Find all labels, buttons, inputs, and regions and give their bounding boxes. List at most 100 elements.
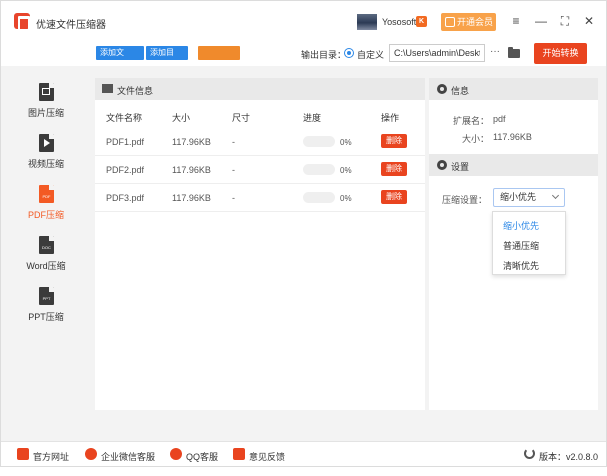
file-name: PDF2.pdf — [106, 165, 145, 175]
browse-more-button[interactable]: ··· — [488, 46, 502, 60]
title-bar: 优速文件压缩器 Yososoft K 开通会员 ≡ — ⛶ ✕ — [1, 1, 606, 43]
doc-file-icon: DOC — [39, 236, 54, 254]
table-row[interactable]: PDF3.pdf 117.96KB - 0% 删除 — [95, 184, 425, 212]
option-clear-first[interactable]: 清晰优先 — [503, 259, 539, 272]
user-badge: K — [416, 16, 427, 27]
column-header-progress: 进度 — [303, 113, 322, 123]
progress-bar — [303, 136, 335, 147]
pdf-file-icon: PDF — [39, 185, 54, 203]
sidebar-item-pdf[interactable]: PDF PDF压缩 — [1, 185, 91, 235]
folder-icon[interactable] — [508, 47, 520, 58]
sidebar-item-word[interactable]: DOC Word压缩 — [1, 236, 91, 286]
sidebar-item-label: 图片压缩 — [27, 108, 64, 118]
settings-title: 设置 — [451, 162, 470, 172]
compress-setting-value: 缩小优先 — [500, 192, 537, 202]
image-file-icon — [39, 83, 54, 101]
video-file-icon — [39, 134, 54, 152]
compress-setting-label: 压缩设置： — [441, 195, 487, 205]
progress-text: 0% — [340, 138, 352, 147]
sidebar-item-image[interactable]: 图片压缩 — [1, 83, 91, 133]
add-folder-button[interactable]: 添加目 — [146, 46, 188, 60]
column-header-size: 大小 — [172, 113, 191, 123]
maximize-icon[interactable]: ⛶ — [557, 13, 573, 29]
feedback-icon — [233, 448, 245, 460]
settings-header: 设置 — [429, 154, 598, 176]
app-logo-icon — [14, 13, 30, 31]
vip-icon — [445, 17, 455, 27]
feedback-link[interactable]: 意见反馈 — [249, 450, 285, 463]
website-icon — [17, 448, 29, 460]
qq-service-link[interactable]: QQ客服 — [186, 450, 218, 463]
option-normal[interactable]: 普通压缩 — [503, 239, 539, 252]
qq-icon — [170, 448, 182, 460]
info-title: 信息 — [451, 86, 470, 96]
refresh-icon[interactable] — [524, 448, 535, 459]
compress-options-dropdown: 缩小优先 普通压缩 清晰优先 — [492, 211, 566, 275]
add-file-button[interactable]: 添加文 — [96, 46, 144, 60]
delete-button[interactable]: 删除 — [381, 134, 407, 148]
version-text: 版本：v2.0.8.0 — [539, 452, 599, 462]
progress-text: 0% — [340, 166, 352, 175]
custom-radio[interactable] — [344, 48, 354, 58]
wechat-service-link[interactable]: 企业微信客服 — [101, 450, 155, 463]
file-size: 117.96KB — [172, 193, 211, 203]
sidebar-item-video[interactable]: 视频压缩 — [1, 134, 91, 184]
file-dim: - — [232, 165, 235, 175]
username[interactable]: Yososoft — [382, 17, 416, 27]
toolbar: 添加文 添加目 输出目录： 自定义 ··· 开始转换 — [1, 43, 606, 66]
file-name: PDF1.pdf — [106, 137, 145, 147]
column-header-name: 文件名称 — [106, 113, 143, 123]
progress-text: 0% — [340, 194, 352, 203]
sidebar: 图片压缩 视频压缩 PDF PDF压缩 DOC Word压缩 PPT PPT压缩 — [1, 67, 91, 437]
app-window: 优速文件压缩器 Yososoft K 开通会员 ≡ — ⛶ ✕ 添加文 添加目 … — [0, 0, 607, 467]
status-bar: 官方网址 企业微信客服 QQ客服 意见反馈 版本：v2.0.8.0 — [1, 441, 606, 466]
vip-button-label: 开通会员 — [457, 17, 494, 27]
column-header-dim: 尺寸 — [232, 113, 251, 123]
file-panel-title: 文件信息 — [117, 86, 154, 96]
info-header: 信息 — [429, 78, 598, 100]
sidebar-item-label: PDF压缩 — [27, 210, 64, 220]
compress-setting-select[interactable]: 缩小优先 — [493, 188, 565, 207]
avatar[interactable] — [357, 14, 377, 30]
custom-radio-label[interactable]: 自定义 — [357, 48, 384, 61]
sidebar-item-label: 视频压缩 — [27, 159, 64, 169]
sidebar-item-label: PPT压缩 — [28, 312, 64, 322]
file-name: PDF3.pdf — [106, 193, 145, 203]
ppt-file-icon: PPT — [39, 287, 54, 305]
chevron-down-icon — [551, 191, 560, 200]
delete-button[interactable]: 删除 — [381, 190, 407, 204]
wechat-icon — [85, 448, 97, 460]
file-size: 117.96KB — [172, 165, 211, 175]
sidebar-item-ppt[interactable]: PPT PPT压缩 — [1, 287, 91, 337]
clear-list-button[interactable] — [198, 46, 240, 60]
website-link[interactable]: 官方网址 — [33, 450, 69, 463]
size-label: 大小： — [461, 134, 489, 144]
image-icon — [102, 84, 113, 93]
vip-button[interactable]: 开通会员 — [441, 13, 496, 31]
start-convert-button[interactable]: 开始转换 — [534, 43, 587, 64]
output-path-input[interactable] — [389, 44, 485, 62]
file-panel-header: 文件信息 — [95, 78, 425, 100]
delete-button[interactable]: 删除 — [381, 162, 407, 176]
output-dir-label: 输出目录： — [301, 50, 347, 60]
gear-icon — [437, 160, 447, 170]
app-title: 优速文件压缩器 — [36, 20, 106, 31]
progress-bar — [303, 164, 335, 175]
file-dim: - — [232, 137, 235, 147]
table-row[interactable]: PDF1.pdf 117.96KB - 0% 删除 — [95, 128, 425, 156]
ext-label: 扩展名： — [452, 116, 489, 126]
option-shrink-first[interactable]: 缩小优先 — [503, 219, 539, 232]
column-header-action: 操作 — [381, 113, 400, 123]
close-icon[interactable]: ✕ — [581, 13, 597, 29]
file-dim: - — [232, 193, 235, 203]
file-list-panel: 文件信息 文件名称 大小 尺寸 进度 操作 PDF1.pdf 117.96KB … — [95, 78, 425, 410]
table-row[interactable]: PDF2.pdf 117.96KB - 0% 删除 — [95, 156, 425, 184]
menu-icon[interactable]: ≡ — [508, 13, 524, 29]
progress-bar — [303, 192, 335, 203]
gear-icon — [437, 84, 447, 94]
size-value: 117.96KB — [493, 132, 532, 142]
sidebar-item-label: Word压缩 — [26, 261, 66, 271]
minimize-icon[interactable]: — — [533, 13, 549, 29]
ext-value: pdf — [493, 114, 506, 124]
file-size: 117.96KB — [172, 137, 211, 147]
